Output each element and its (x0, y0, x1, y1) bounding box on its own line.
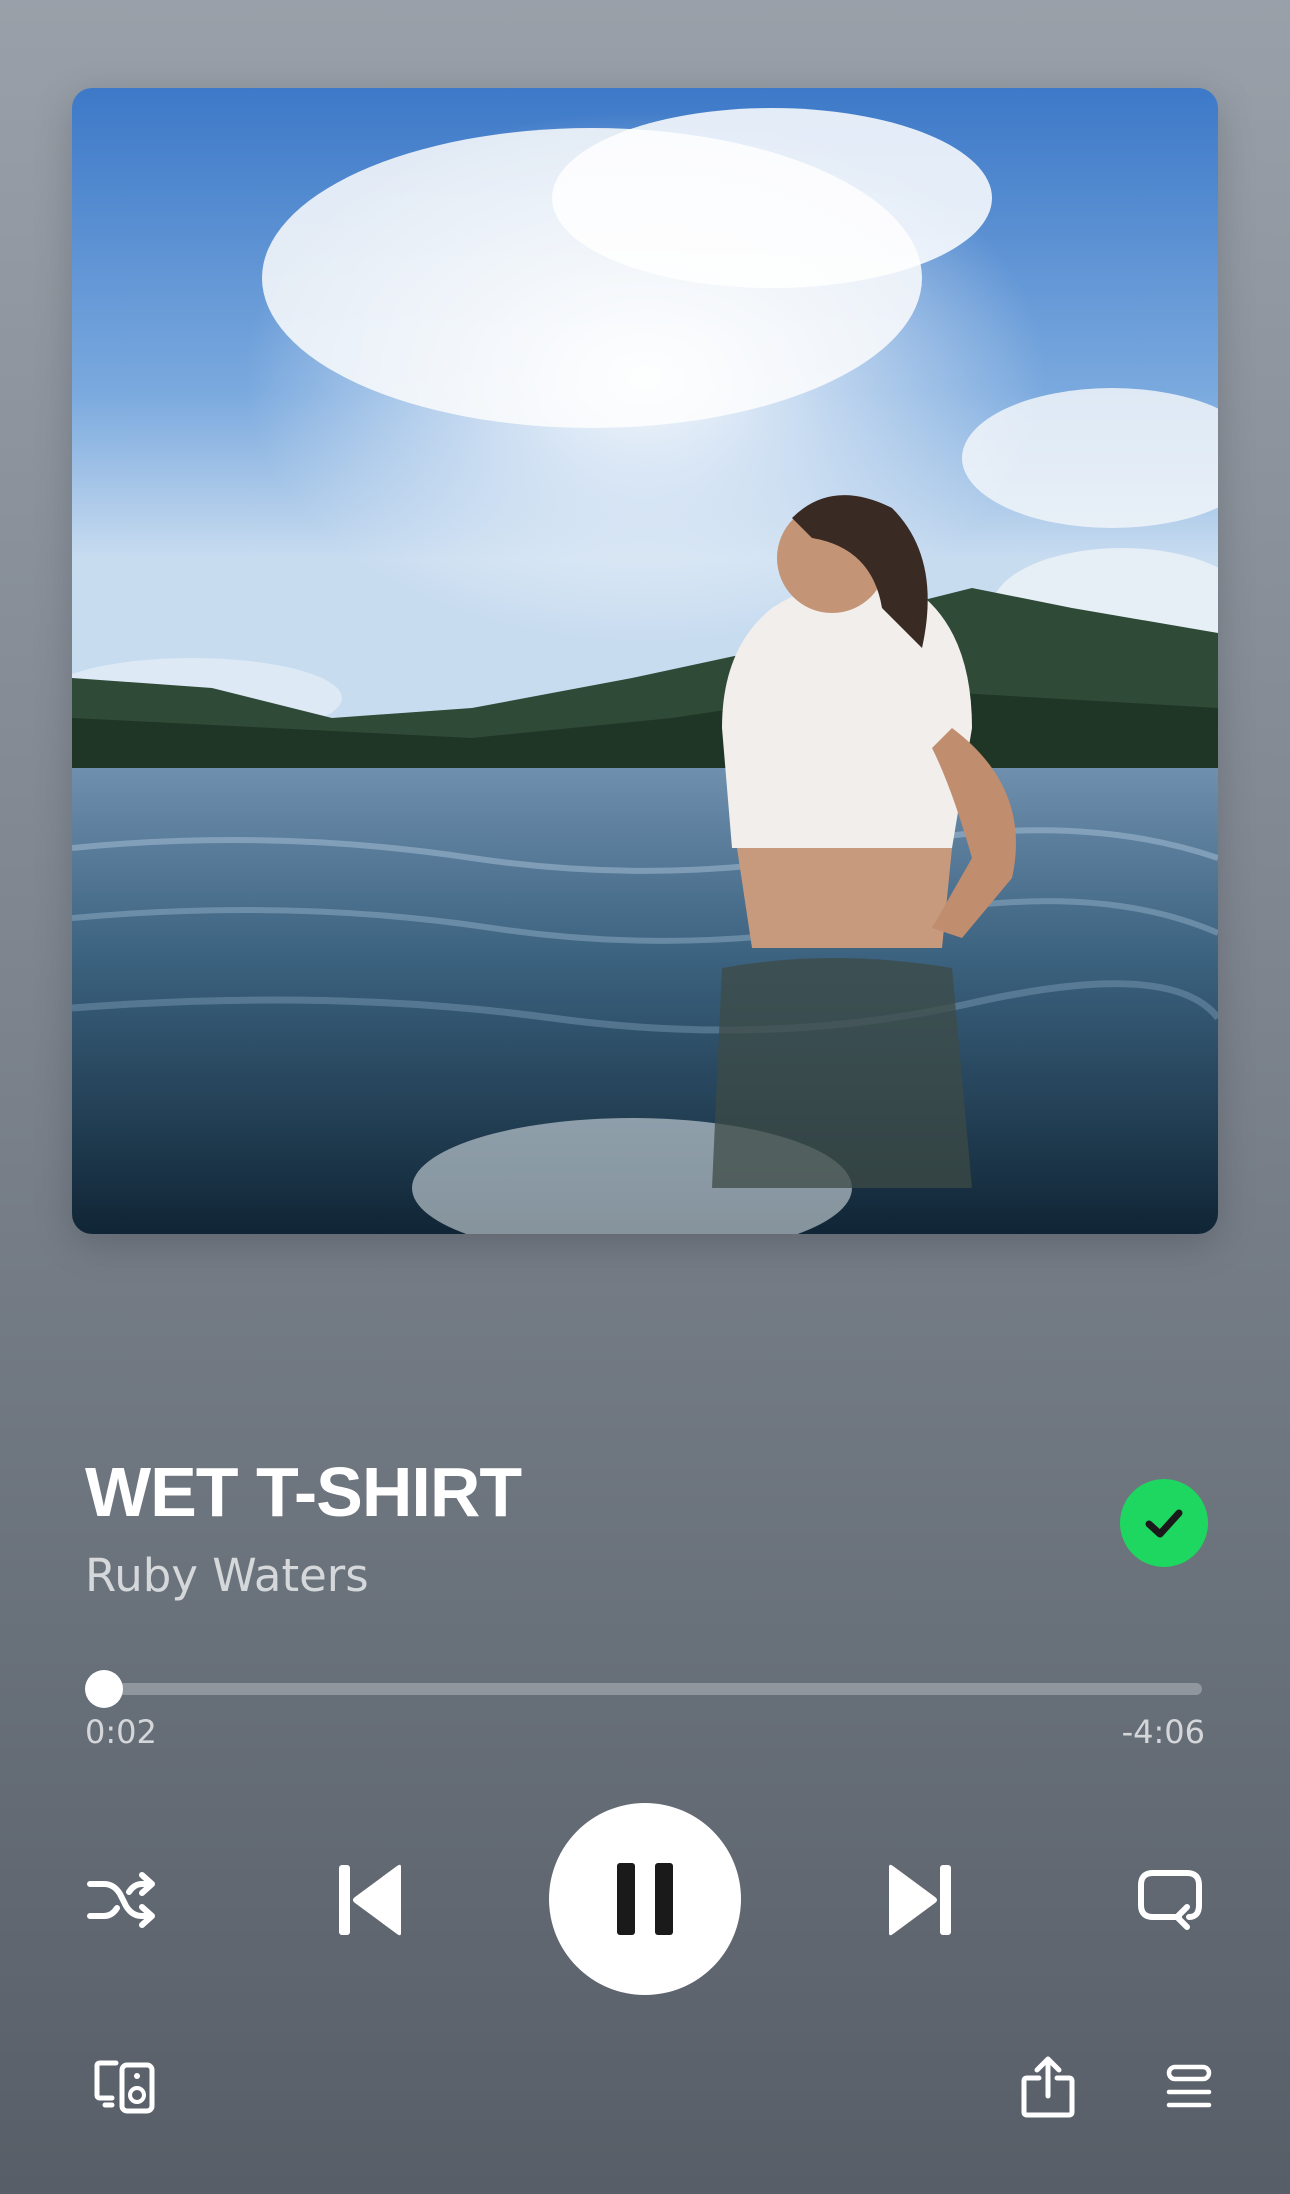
checkmark-icon (1145, 1509, 1183, 1538)
track-title[interactable]: WET T-SHIRT (85, 1452, 522, 1532)
pause-icon (617, 1863, 673, 1935)
shuffle-icon (87, 1872, 155, 1928)
play-pause-button[interactable] (549, 1803, 741, 1995)
queue-button[interactable] (1160, 2058, 1218, 2116)
progress-scrubber-handle[interactable] (85, 1670, 123, 1708)
remaining-time: -4:06 (1121, 1713, 1205, 1751)
connect-devices-icon (94, 2060, 155, 2114)
album-artwork[interactable] (72, 88, 1218, 1234)
elapsed-time: 0:02 (85, 1713, 157, 1751)
previous-button[interactable] (325, 1855, 415, 1945)
share-icon (1021, 2056, 1075, 2118)
queue-icon (1166, 2064, 1212, 2108)
next-icon (889, 1864, 951, 1936)
liked-button[interactable] (1120, 1479, 1208, 1567)
repeat-button[interactable] (1128, 1862, 1212, 1938)
album-cover-image (72, 88, 1218, 1234)
progress-bar[interactable] (104, 1683, 1202, 1695)
share-button[interactable] (1016, 2052, 1080, 2122)
previous-icon (339, 1864, 401, 1936)
repeat-icon (1138, 1870, 1202, 1930)
artist-name[interactable]: Ruby Waters (85, 1548, 369, 1604)
next-button[interactable] (875, 1855, 965, 1945)
shuffle-button[interactable] (80, 1862, 164, 1938)
connect-devices-button[interactable] (90, 2052, 160, 2122)
